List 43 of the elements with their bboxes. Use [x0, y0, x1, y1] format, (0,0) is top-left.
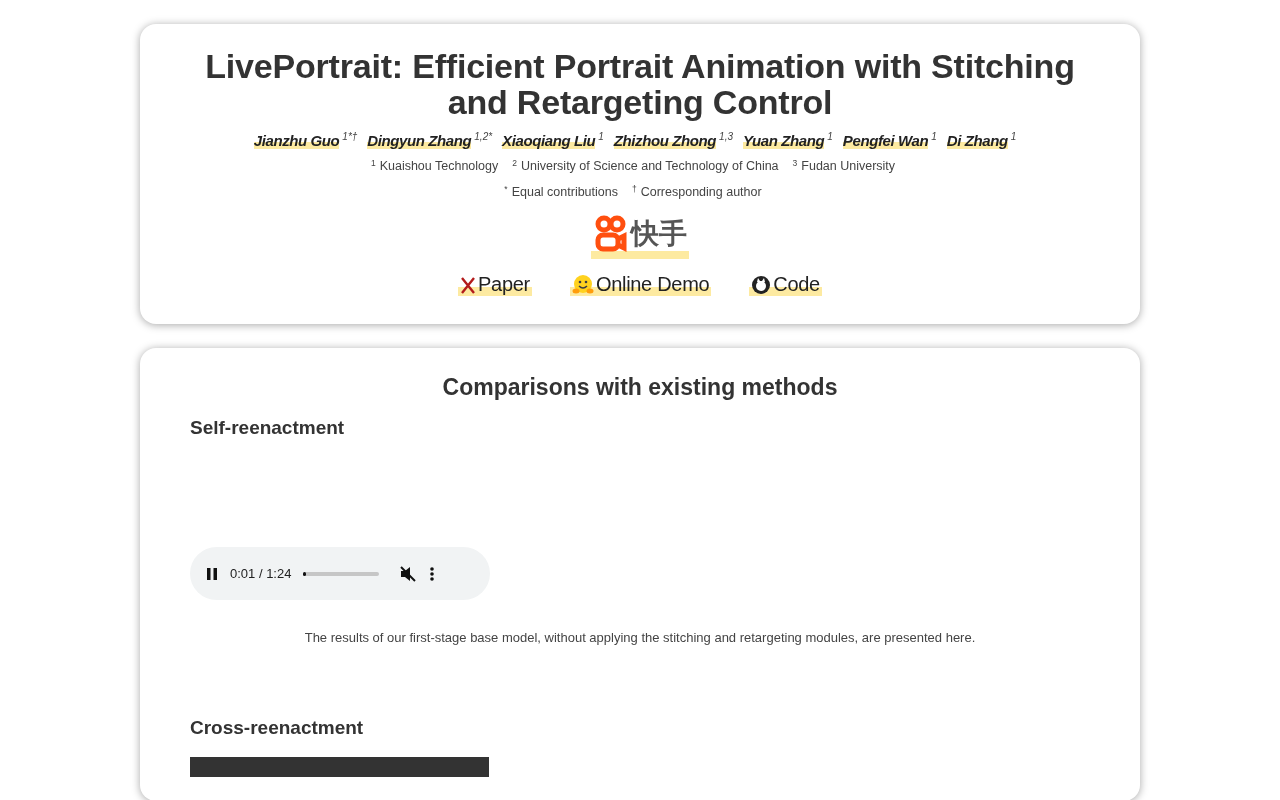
- affiliation-mark: 1: [370, 159, 376, 168]
- note-mark: †: [632, 185, 637, 194]
- more-icon: [429, 565, 436, 582]
- note-mark: *: [504, 185, 508, 194]
- section-title: Comparisons with existing methods: [442, 374, 838, 401]
- author-link[interactable]: Xiaoqiang Liu: [502, 132, 596, 149]
- camera-logo-icon: [593, 215, 627, 253]
- author-link[interactable]: Yuan Zhang: [743, 132, 825, 149]
- time-display: 0:01 / 1:24: [230, 566, 292, 581]
- cat-icon: [751, 274, 772, 295]
- demo-link[interactable]: Online Demo: [569, 273, 712, 296]
- author-mark: 1: [598, 132, 604, 142]
- author-mark: 1: [1010, 132, 1017, 142]
- muted-speaker-icon: [399, 564, 418, 583]
- paper-title: LivePortrait: Efficient Portrait Animation with Stitching and Retargeting Control: [204, 48, 1076, 120]
- affiliation: Fudan University: [801, 159, 896, 173]
- author-link[interactable]: Zhizhou Zhong: [613, 132, 717, 149]
- affiliation: University of Science and Technology of China: [521, 159, 779, 173]
- author-mark: 1: [827, 132, 833, 142]
- note: Corresponding author: [640, 185, 762, 199]
- smiley-icon: [571, 273, 594, 296]
- affiliation-mark: 3: [792, 159, 798, 168]
- affiliation-mark: 2: [512, 159, 517, 168]
- muted-button[interactable]: [399, 564, 418, 583]
- caption: The results of our first-stage base model, without applying the stitching and retargeting modules, are presented here.: [304, 630, 976, 645]
- author-link[interactable]: Di Zhang: [946, 132, 1008, 149]
- author-link[interactable]: Pengfei Wan: [842, 132, 929, 149]
- author-mark: 1: [931, 132, 937, 142]
- author-mark: 1*†: [342, 132, 358, 142]
- author-mark: 1,2*: [474, 132, 493, 142]
- progress-track[interactable]: [303, 571, 380, 576]
- author-mark: 1,3: [719, 132, 733, 142]
- pause-icon: [206, 566, 218, 581]
- more-options-button[interactable]: [429, 565, 436, 582]
- author-link[interactable]: Jianzhu Guo: [253, 132, 340, 149]
- section-heading: Self-reenactment: [190, 417, 345, 439]
- code-link[interactable]: Code: [749, 273, 822, 296]
- note: Equal contributions: [511, 185, 618, 199]
- pause-button[interactable]: [206, 566, 218, 581]
- section-heading: Cross-reenactment: [190, 717, 364, 739]
- logo-text: 快手: [631, 217, 687, 251]
- affiliation: Kuaishou Technology: [379, 159, 499, 173]
- author-link[interactable]: Dingyun Zhang: [367, 132, 472, 149]
